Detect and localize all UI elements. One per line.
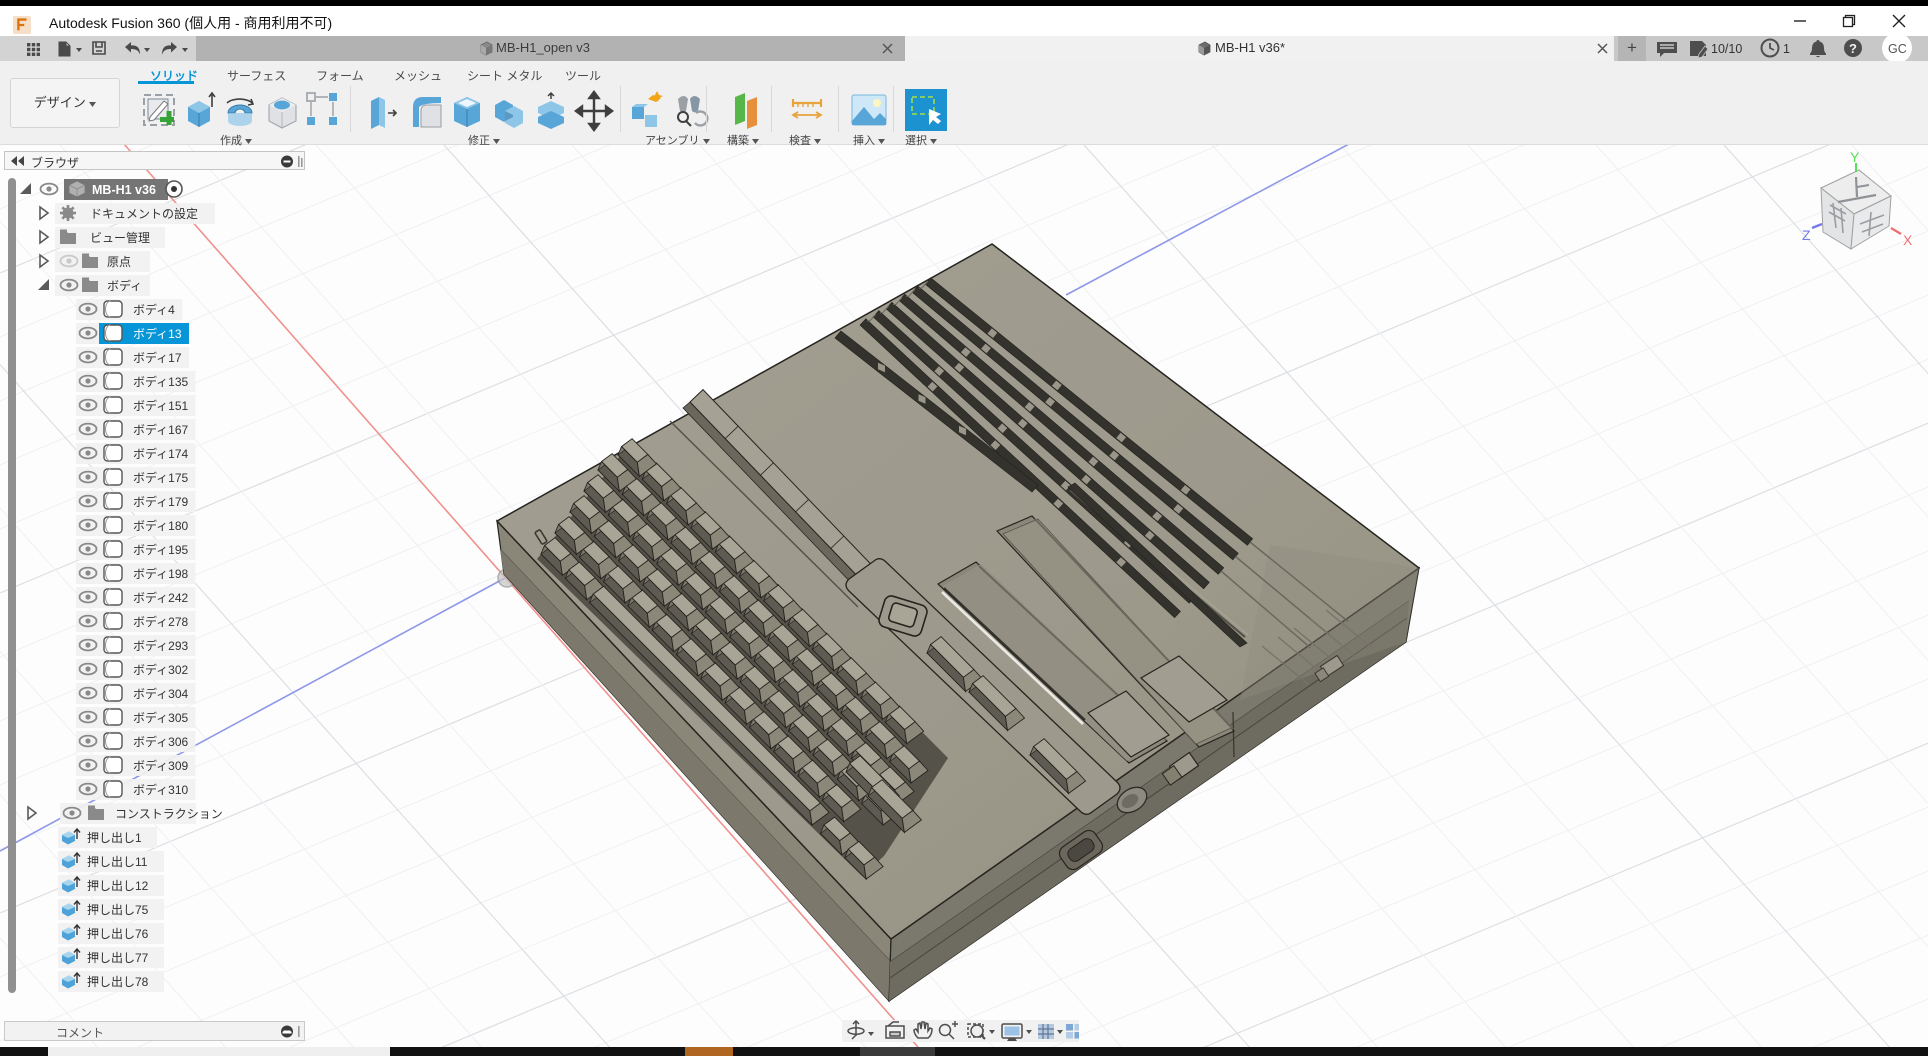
svg-text:ボディ151: ボディ151 xyxy=(133,398,189,413)
svg-text:押し出し77: 押し出し77 xyxy=(87,951,149,965)
svg-text:ボディ195: ボディ195 xyxy=(133,542,189,557)
svg-text:ボディ180: ボディ180 xyxy=(133,518,189,533)
svg-text:ボディ174: ボディ174 xyxy=(133,446,189,461)
svg-text:押し出し75: 押し出し75 xyxy=(87,903,149,917)
svg-text:10/10: 10/10 xyxy=(1711,42,1742,56)
svg-text:ボディ198: ボディ198 xyxy=(133,566,189,581)
svg-text:押し出し11: 押し出し11 xyxy=(87,855,148,869)
svg-text:ボディ302: ボディ302 xyxy=(133,662,189,677)
svg-text:ボディ310: ボディ310 xyxy=(133,782,189,797)
svg-text:ボディ278: ボディ278 xyxy=(133,614,189,629)
svg-text:押し出し1: 押し出し1 xyxy=(87,831,142,845)
svg-text:ドキュメントの設定: ドキュメントの設定 xyxy=(90,206,198,221)
svg-text:ボディ242: ボディ242 xyxy=(133,590,189,605)
svg-text:ボディ: ボディ xyxy=(107,278,142,293)
svg-text:ボディ293: ボディ293 xyxy=(133,638,189,653)
svg-text:ボディ305: ボディ305 xyxy=(133,710,189,725)
svg-text:MB-H1 v36: MB-H1 v36 xyxy=(92,183,156,197)
svg-text:ボディ17: ボディ17 xyxy=(133,350,182,365)
svg-text:押し出し12: 押し出し12 xyxy=(87,879,149,893)
svg-text:GC: GC xyxy=(1888,42,1907,56)
svg-text:ボディ135: ボディ135 xyxy=(133,374,189,389)
svg-text:ボディ4: ボディ4 xyxy=(133,302,175,317)
svg-text:?: ? xyxy=(1849,41,1857,56)
svg-text:ボディ306: ボディ306 xyxy=(133,734,189,749)
svg-text:X: X xyxy=(1903,232,1913,248)
svg-text:Y: Y xyxy=(1850,149,1860,165)
svg-text:押し出し76: 押し出し76 xyxy=(87,927,149,941)
svg-text:ボディ179: ボディ179 xyxy=(133,494,189,509)
svg-text:原点: 原点 xyxy=(107,255,131,269)
svg-text:ボディ167: ボディ167 xyxy=(133,422,189,437)
svg-text:ボディ304: ボディ304 xyxy=(133,686,189,701)
svg-text:ビュー管理: ビュー管理 xyxy=(90,230,150,245)
svg-text:ボディ175: ボディ175 xyxy=(133,470,189,485)
svg-text:ボディ309: ボディ309 xyxy=(133,758,189,773)
svg-text:Z: Z xyxy=(1802,227,1811,243)
svg-text:1: 1 xyxy=(1783,42,1790,56)
svg-text:コンストラクション: コンストラクション xyxy=(115,807,223,821)
svg-text:ボディ13: ボディ13 xyxy=(133,326,182,341)
svg-text:押し出し78: 押し出し78 xyxy=(87,975,149,989)
